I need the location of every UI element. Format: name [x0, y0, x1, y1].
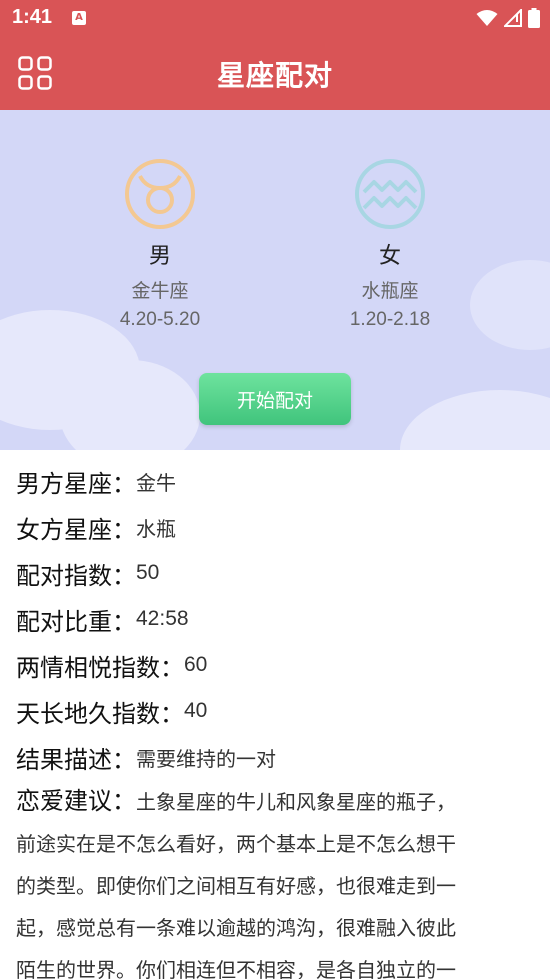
result-label: 配对指数：: [16, 561, 136, 590]
male-sign-name: 金牛座: [131, 280, 189, 302]
result-value: 40: [184, 699, 208, 722]
result-value: 水瓶: [136, 516, 176, 541]
result-value: 60: [184, 653, 208, 676]
cellular-signal-icon: [504, 9, 522, 27]
result-label: 男方星座：: [16, 469, 136, 498]
result-row-match-ratio: 配对比重： 42:58: [16, 596, 534, 642]
match-results: 男方星座： 金牛 女方星座： 水瓶 配对指数： 50 配对比重： 42:58 两…: [0, 458, 550, 979]
result-row-female-sign: 女方星座： 水瓶: [16, 504, 534, 550]
status-icons: [476, 8, 540, 28]
result-label: 配对比重：: [16, 607, 136, 636]
result-label: 女方星座：: [16, 515, 136, 544]
result-label: 结果描述：: [16, 745, 136, 774]
result-label: 天长地久指数：: [16, 699, 184, 728]
result-row-long-lasting: 天长地久指数： 40: [16, 688, 534, 734]
app-bar: 星座配对: [0, 36, 550, 110]
result-value: 50: [136, 561, 160, 584]
advice-text-line: 陌生的世界。你们相连但不相容，是各自独立的一: [16, 958, 456, 979]
taurus-icon: [124, 158, 196, 230]
status-time: 1:41: [12, 6, 53, 28]
wifi-icon: [476, 10, 498, 26]
love-advice: 恋爱建议：土象星座的牛儿和风象星座的瓶子， 前途实在是不怎么看好，两个基本上是不…: [16, 780, 534, 979]
advice-text-line: 起，感觉总有一条难以逾越的鸿沟，很难融入彼此: [16, 916, 456, 940]
result-value: 金牛: [136, 470, 176, 495]
start-match-button[interactable]: 开始配对: [199, 373, 351, 425]
male-gender-label: 男: [148, 244, 171, 269]
female-sign-name: 水瓶座: [361, 280, 419, 302]
result-row-male-sign: 男方星座： 金牛: [16, 458, 534, 504]
aquarius-icon: [354, 158, 426, 230]
male-sign-dates: 4.20-5.20: [119, 309, 201, 330]
page-title: 星座配对: [216, 59, 333, 92]
notification-icon: A: [72, 11, 86, 25]
male-zodiac-selector[interactable]: 男 金牛座 4.20-5.20: [60, 158, 260, 331]
female-sign-dates: 1.20-2.18: [349, 309, 431, 330]
advice-text-line: 前途实在是不怎么看好，两个基本上是不怎么想干: [16, 832, 456, 856]
result-label: 两情相悦指数：: [16, 653, 184, 682]
result-value: 42:58: [136, 607, 189, 630]
female-gender-label: 女: [378, 244, 401, 269]
background-cloud: [400, 390, 550, 450]
result-row-match-index: 配对指数： 50: [16, 550, 534, 596]
status-bar: 1:41 A: [0, 0, 550, 36]
result-label: 恋爱建议：: [16, 787, 136, 815]
advice-text-line: 土象星座的牛儿和风象星座的瓶子，: [136, 790, 456, 814]
result-row-mutual-love: 两情相悦指数： 60: [16, 642, 534, 688]
zodiac-selection-panel: 男 金牛座 4.20-5.20 女 水瓶座 1.20-2.18 开始配对: [0, 110, 550, 450]
result-row-description: 结果描述： 需要维持的一对: [16, 734, 534, 780]
advice-text-line: 的类型。即使你们之间相互有好感，也很难走到一: [16, 874, 456, 898]
female-zodiac-selector[interactable]: 女 水瓶座 1.20-2.18: [290, 158, 490, 331]
result-value: 需要维持的一对: [136, 746, 276, 771]
battery-icon: [528, 8, 540, 28]
